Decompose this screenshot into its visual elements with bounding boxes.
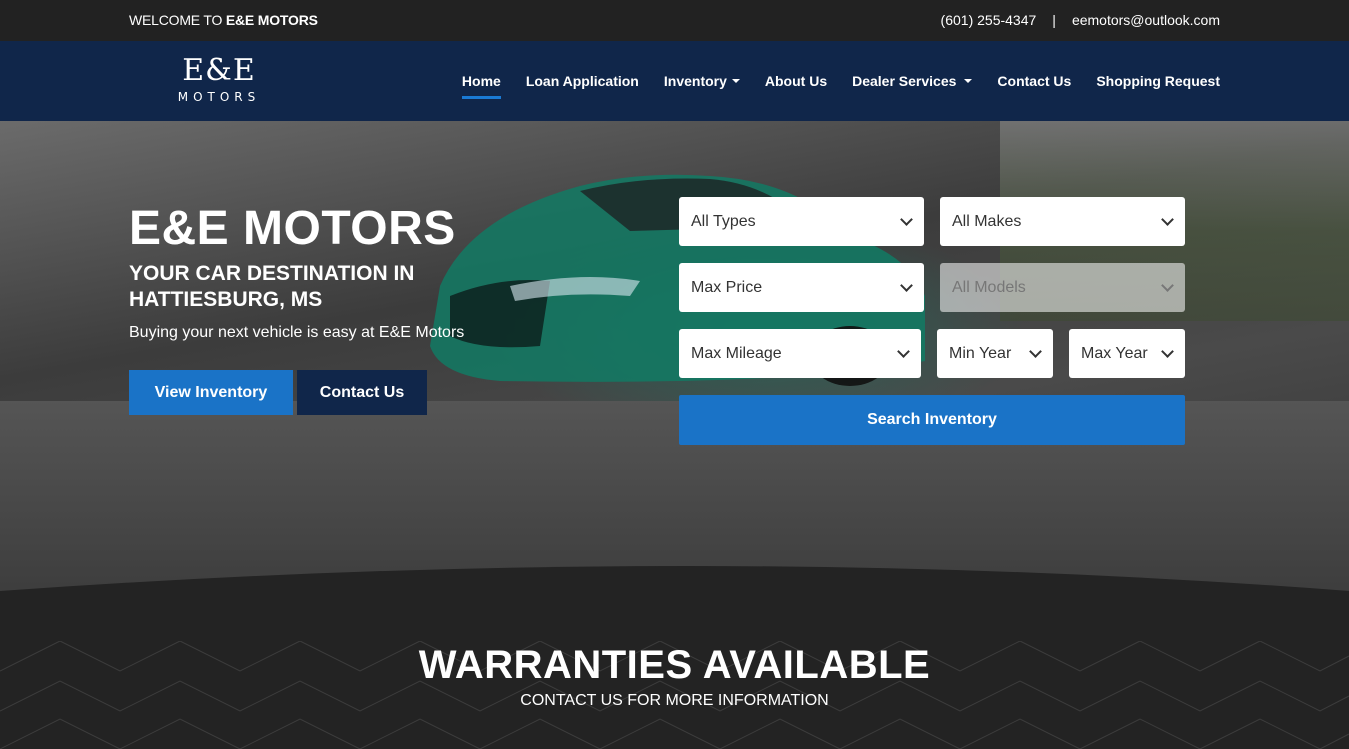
mileage-select[interactable]: Max Mileage xyxy=(679,329,921,378)
nav-label: Contact Us xyxy=(997,73,1072,89)
contact-us-button[interactable]: Contact Us xyxy=(297,370,427,415)
nav-label: About Us xyxy=(764,73,828,89)
welcome-brand: E&E MOTORS xyxy=(225,12,318,28)
mileage-select-value: Max Mileage xyxy=(691,344,782,362)
phone-link[interactable]: (601) 255-4347 xyxy=(941,12,1037,28)
site-logo[interactable]: E&E MOTORS xyxy=(166,56,272,108)
contact-separator: | xyxy=(1052,12,1056,28)
chevron-down-icon xyxy=(1161,279,1174,292)
warranty-section: WARRANTIES AVAILABLE CONTACT US FOR MORE… xyxy=(0,621,1349,749)
type-select-value: All Types xyxy=(691,212,756,230)
nav-item-dealer-services[interactable]: Dealer Services xyxy=(852,41,973,121)
nav-item-shopping-request[interactable]: Shopping Request xyxy=(1096,41,1220,121)
logo-mark: E&E xyxy=(182,53,256,88)
chevron-down-icon xyxy=(1161,213,1174,226)
top-bar: WELCOME TO E&E MOTORS (601) 255-4347 | e… xyxy=(0,0,1349,41)
welcome-text: WELCOME TO E&E MOTORS xyxy=(129,12,318,28)
model-select[interactable]: All Models xyxy=(940,263,1185,312)
nav-item-home[interactable]: Home xyxy=(461,41,501,121)
warranty-subtitle: CONTACT US FOR MORE INFORMATION xyxy=(520,692,829,709)
chevron-down-icon xyxy=(900,213,913,226)
logo-wordmark: MOTORS xyxy=(177,90,261,104)
nav-item-contact-us[interactable]: Contact Us xyxy=(997,41,1071,121)
view-inventory-button[interactable]: View Inventory xyxy=(129,370,293,415)
hero-bottom-shape xyxy=(0,566,1349,621)
min-year-select-value: Min Year xyxy=(949,344,1012,362)
nav-label: Shopping Request xyxy=(1096,73,1220,89)
warranty-title: WARRANTIES AVAILABLE xyxy=(418,643,931,687)
search-inventory-button[interactable]: Search Inventory xyxy=(679,395,1185,445)
email-link[interactable]: eemotors@outlook.com xyxy=(1072,12,1220,28)
type-select[interactable]: All Types xyxy=(679,197,924,246)
caret-down-icon xyxy=(964,79,973,83)
welcome-prefix: WELCOME TO xyxy=(129,12,223,28)
chevron-down-icon xyxy=(1029,345,1042,358)
max-year-select[interactable]: Max Year xyxy=(1069,329,1185,378)
nav-label: Dealer Services xyxy=(852,73,957,89)
main-navbar: E&E MOTORS Home Loan Application Invento… xyxy=(0,41,1349,121)
hero-section: E&E MOTORS YOUR CAR DESTINATION IN HATTI… xyxy=(0,121,1349,621)
min-year-select[interactable]: Min Year xyxy=(937,329,1053,378)
make-select-value: All Makes xyxy=(952,212,1022,230)
nav-menu: Home Loan Application Inventory About Us… xyxy=(461,41,1220,121)
nav-item-about-us[interactable]: About Us xyxy=(765,41,827,121)
nav-label: Inventory xyxy=(663,73,727,89)
chevron-down-icon xyxy=(900,279,913,292)
caret-down-icon xyxy=(731,79,740,83)
nav-label: Home xyxy=(461,73,501,89)
make-select[interactable]: All Makes xyxy=(940,197,1185,246)
price-select[interactable]: Max Price xyxy=(679,263,924,312)
hero-subtitle: YOUR CAR DESTINATION IN HATTIESBURG, MS xyxy=(129,262,415,311)
hero-description: Buying your next vehicle is easy at E&E … xyxy=(129,324,465,341)
price-select-value: Max Price xyxy=(691,278,763,296)
nav-label: Loan Application xyxy=(525,73,639,89)
nav-item-loan-application[interactable]: Loan Application xyxy=(526,41,639,121)
top-contact: (601) 255-4347 | eemotors@outlook.com xyxy=(941,12,1220,28)
nav-item-inventory[interactable]: Inventory xyxy=(664,41,740,121)
model-select-value: All Models xyxy=(952,278,1026,296)
chevron-down-icon xyxy=(1161,345,1174,358)
chevron-down-icon xyxy=(897,345,910,358)
hero-title: E&E MOTORS xyxy=(129,202,456,255)
max-year-select-value: Max Year xyxy=(1081,344,1148,362)
